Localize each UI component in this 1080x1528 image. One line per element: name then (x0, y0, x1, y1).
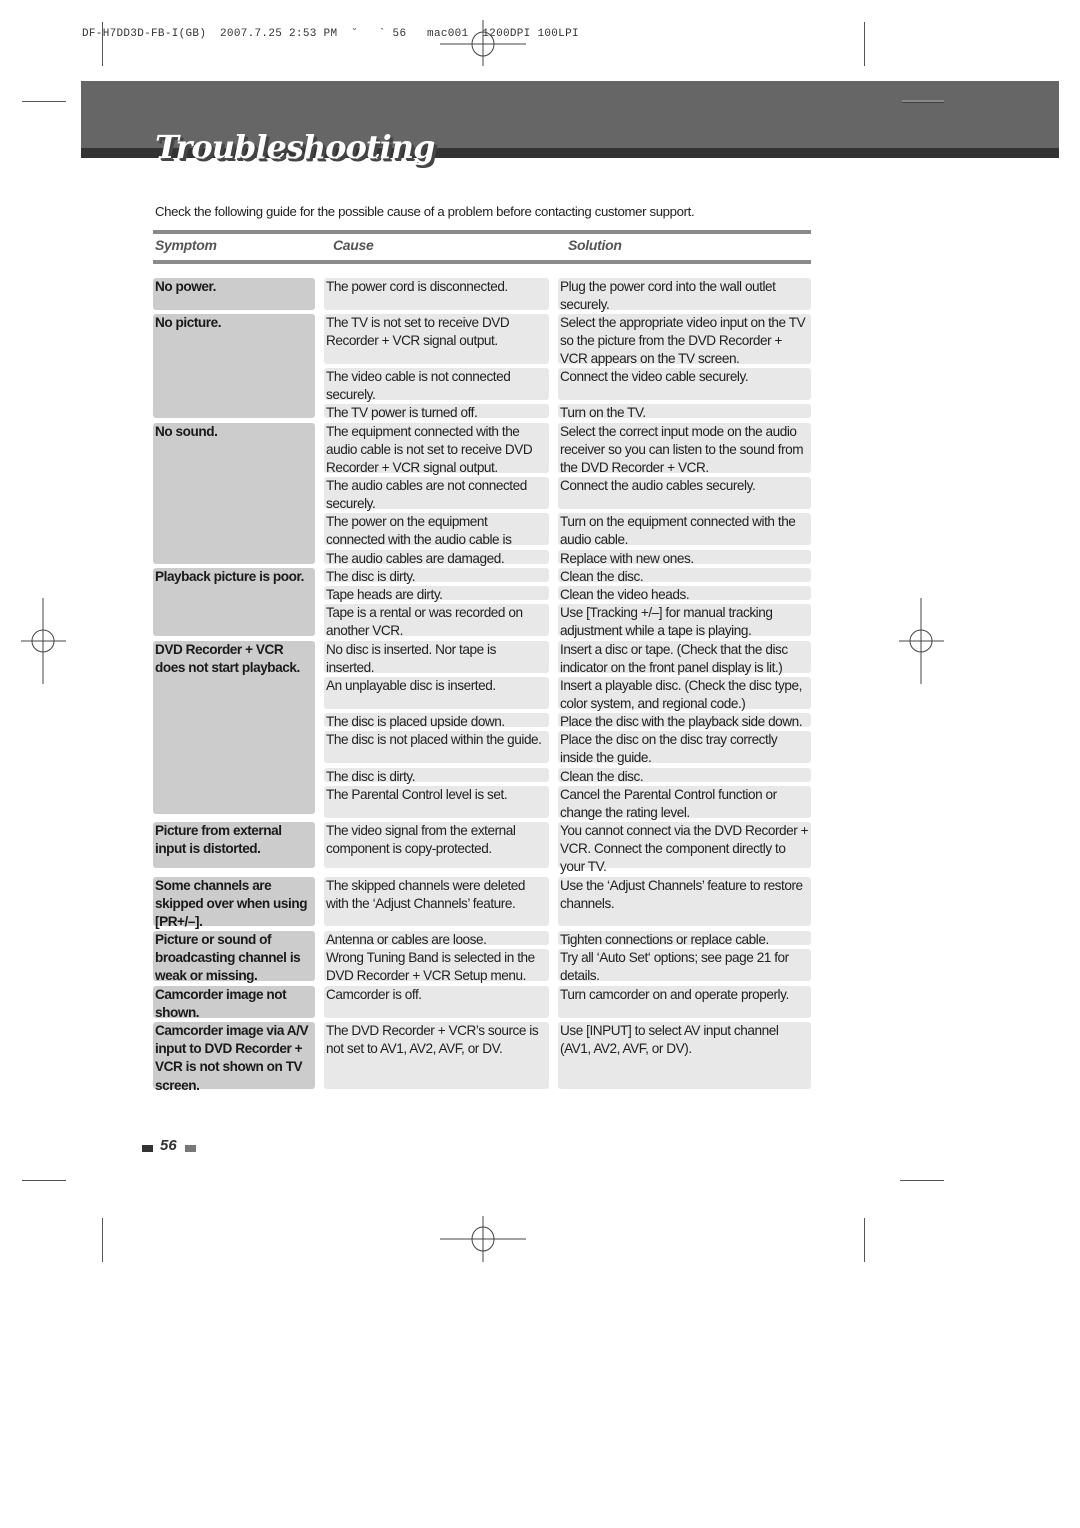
cause-cell: Antenna or cables are loose. (324, 931, 549, 947)
cause-cell: The TV power is turned off. (324, 404, 549, 420)
crop-mark (22, 1180, 66, 1181)
registration-mark-icon (440, 20, 526, 66)
table-header-rule-top (153, 230, 811, 234)
page-marker-right (185, 1145, 196, 1152)
symptom-cell: Picture from external input is distorted… (153, 822, 315, 868)
solution-cell: Insert a playable disc. (Check the disc … (558, 677, 811, 711)
header-solution: Solution (568, 237, 622, 253)
solution-cell: Turn on the equipment connected with the… (558, 513, 811, 547)
solution-cell: Tighten connections or replace cable. (558, 931, 811, 947)
solution-cell: Plug the power cord into the wall outlet… (558, 278, 811, 312)
cause-cell: The disc is not placed within the guide. (324, 731, 549, 763)
cause-cell: The DVD Recorder + VCR’s source is not s… (324, 1022, 549, 1089)
symptom-cell: Playback picture is poor. (153, 568, 315, 636)
solution-cell: Connect the audio cables securely. (558, 477, 811, 509)
solution-cell: You cannot connect via the DVD Recorder … (558, 822, 811, 874)
cause-cell: No disc is inserted. Nor tape is inserte… (324, 641, 549, 675)
crop-mark (864, 22, 865, 66)
cause-cell: Tape heads are dirty. (324, 586, 549, 602)
cause-cell: An unplayable disc is inserted. (324, 677, 549, 709)
header-cause: Cause (333, 237, 374, 253)
solution-cell: Turn on the TV. (558, 404, 811, 420)
page-marker-left (142, 1145, 153, 1152)
solution-cell: Select the correct input mode on the aud… (558, 423, 811, 475)
crop-mark (102, 1218, 103, 1262)
cause-cell: Camcorder is off. (324, 986, 549, 1018)
solution-cell: Replace with new ones. (558, 550, 811, 566)
cause-cell: The TV is not set to receive DVD Recorde… (324, 314, 549, 364)
table-header-rule-bottom (153, 260, 811, 264)
symptom-cell: No picture. (153, 314, 315, 418)
cause-cell: The equipment connected with the audio c… (324, 423, 549, 475)
crop-mark (22, 101, 66, 102)
cause-cell: The skipped channels were deleted with t… (324, 877, 549, 926)
cause-cell: The video signal from the external compo… (324, 822, 549, 868)
symptom-cell: Camcorder image via A/V input to DVD Rec… (153, 1022, 315, 1093)
solution-cell: Place the disc with the playback side do… (558, 713, 811, 729)
symptom-cell: DVD Recorder + VCR does not start playba… (153, 641, 315, 814)
solution-cell: Clean the disc. (558, 768, 811, 784)
crop-mark (864, 1218, 865, 1262)
cause-cell: The power on the equipment connected wit… (324, 513, 549, 565)
cause-cell: The audio cables are damaged. (324, 550, 549, 566)
solution-cell: Turn camcorder on and operate properly. (558, 986, 811, 1018)
page-number: 56 (160, 1137, 177, 1154)
symptom-cell: No power. (153, 278, 315, 310)
cause-cell: The disc is dirty. (324, 568, 549, 584)
solution-cell: Clean the video heads. (558, 586, 811, 602)
symptom-cell: Picture or sound of broadcasting channel… (153, 931, 315, 983)
cause-cell: Tape is a rental or was recorded on anot… (324, 604, 549, 638)
cause-cell: The audio cables are not connected secur… (324, 477, 549, 511)
solution-cell: Select the appropriate video input on th… (558, 314, 811, 366)
cause-cell: The power cord is disconnected. (324, 278, 549, 310)
solution-cell: Cancel the Parental Control function or … (558, 786, 811, 820)
solution-cell: Try all ‘Auto Set‘ options; see page 21 … (558, 949, 811, 983)
solution-cell: Use [INPUT] to select AV input channel (… (558, 1022, 811, 1089)
cause-cell: The disc is dirty. (324, 768, 549, 784)
cause-cell: The Parental Control level is set. (324, 786, 549, 818)
crop-mark (102, 22, 103, 66)
cause-cell: Wrong Tuning Band is selected in the DVD… (324, 949, 549, 983)
registration-mark-icon (21, 598, 66, 684)
crop-mark (900, 1180, 944, 1181)
symptom-cell: Some channels are skipped over when usin… (153, 877, 315, 929)
registration-mark-icon (899, 598, 944, 684)
solution-cell: Use [Tracking +/–] for manual tracking a… (558, 604, 811, 638)
page-title: Troubleshooting (155, 128, 435, 166)
header-symptom: Symptom (155, 237, 217, 253)
solution-cell: Connect the video cable securely. (558, 368, 811, 400)
symptom-cell: No sound. (153, 423, 315, 564)
cause-cell: The disc is placed upside down. (324, 713, 549, 729)
solution-cell: Insert a disc or tape. (Check that the d… (558, 641, 811, 675)
solution-cell: Use the ‘Adjust Channels’ feature to res… (558, 877, 811, 926)
registration-mark-icon (440, 1216, 526, 1262)
banner-mark (902, 100, 944, 103)
intro-text: Check the following guide for the possib… (155, 204, 695, 219)
cause-cell: The video cable is not connected securel… (324, 368, 549, 402)
solution-cell: Place the disc on the disc tray correctl… (558, 731, 811, 765)
solution-cell: Clean the disc. (558, 568, 811, 584)
symptom-cell: Camcorder image not shown. (153, 986, 315, 1020)
